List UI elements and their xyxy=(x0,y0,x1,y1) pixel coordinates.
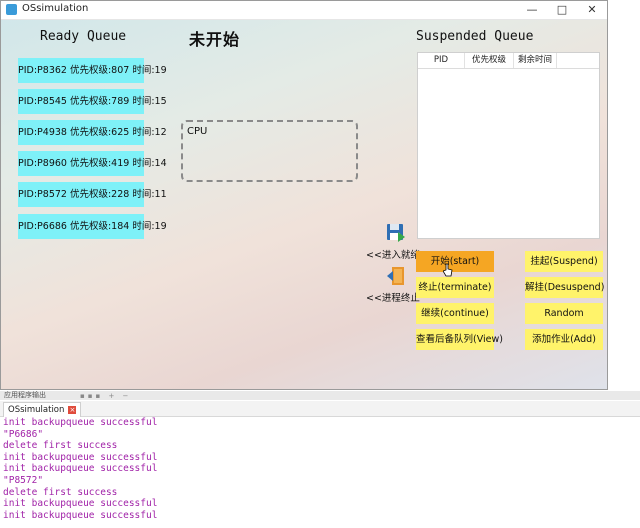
output-line: "P8572" xyxy=(3,474,44,486)
ready-queue-item: PID:P8572 优先权级:228 时间:11 xyxy=(18,182,167,207)
random-button[interactable]: Random xyxy=(525,303,603,324)
view-backup-queue-button[interactable]: 查看后备队列(View) xyxy=(416,329,503,350)
tab-label: OSsimulation xyxy=(8,405,65,415)
output-line: init backupqueue successful xyxy=(3,463,158,475)
output-tab-bar: OSsimulation × xyxy=(0,401,640,417)
output-line: init backupqueue successful xyxy=(3,509,158,521)
ready-queue-item: PID:P8545 优先权级:789 时间:15 xyxy=(18,89,167,114)
maximize-icon[interactable]: □ xyxy=(547,1,577,19)
ready-queue-item: PID:P8960 优先权级:419 时间:14 xyxy=(18,151,167,176)
application-output[interactable]: init backupqueue successful "P6686" dele… xyxy=(3,417,637,521)
output-line: init backupqueue successful xyxy=(3,498,158,510)
terminate-process-button[interactable]: <<进程终止 xyxy=(366,290,420,304)
close-tab-icon[interactable]: × xyxy=(68,405,77,414)
ready-queue-item: PID:P6686 优先权级:184 时间:19 xyxy=(18,214,167,239)
minimize-icon[interactable]: — xyxy=(517,1,547,19)
suspend-button[interactable]: 挂起(Suspend) xyxy=(525,251,603,272)
output-line: delete first success xyxy=(3,440,118,452)
cpu-box: CPU xyxy=(181,120,358,182)
exit-door-icon[interactable] xyxy=(386,266,406,286)
start-button[interactable]: 开始(start) xyxy=(416,251,494,272)
floppy-disk-icon[interactable] xyxy=(386,223,406,243)
add-job-button[interactable]: 添加作业(Add) xyxy=(525,329,603,350)
app-window: OSsimulation — □ ✕ Ready Queue 未开始 Suspe… xyxy=(0,0,608,390)
ready-queue-item: PID:P4938 优先权级:625 时间:12 xyxy=(18,120,167,145)
column-header-pid[interactable]: PID xyxy=(418,53,465,68)
output-line: "P6686" xyxy=(3,428,44,440)
enter-ready-button[interactable]: <<进入就绪 xyxy=(366,247,420,261)
cpu-label: CPU xyxy=(187,126,208,137)
ready-queue-heading: Ready Queue xyxy=(40,29,127,44)
output-line: init backupqueue successful xyxy=(3,451,158,463)
column-header-priority[interactable]: 优先权级 xyxy=(465,53,514,68)
close-icon[interactable]: ✕ xyxy=(577,1,607,19)
column-header-remaining[interactable]: 剩余时间 xyxy=(514,53,557,68)
suspended-queue-heading: Suspended Queue xyxy=(416,29,534,44)
table-header: PID 优先权级 剩余时间 xyxy=(418,53,599,69)
output-line: init backupqueue successful xyxy=(3,417,158,428)
desuspend-button[interactable]: 解挂(Desuspend) xyxy=(525,277,604,298)
ready-queue-item: PID:P8362 优先权级:807 时间:19 xyxy=(18,58,167,83)
title-bar: OSsimulation — □ ✕ xyxy=(1,1,607,20)
run-status: 未开始 xyxy=(189,30,241,49)
terminate-button[interactable]: 终止(terminate) xyxy=(416,277,494,298)
panel-toolbar-icons[interactable]: ▪▪▪ + − xyxy=(80,392,131,400)
continue-button[interactable]: 继续(continue) xyxy=(416,303,494,324)
output-line: delete first success xyxy=(3,486,118,498)
suspended-queue-table[interactable]: PID 优先权级 剩余时间 xyxy=(417,52,600,239)
hand-cursor-icon xyxy=(443,263,453,277)
window-title: OSsimulation xyxy=(22,3,89,14)
tab-ossimulation[interactable]: OSsimulation × xyxy=(3,402,82,417)
app-icon xyxy=(6,4,17,15)
